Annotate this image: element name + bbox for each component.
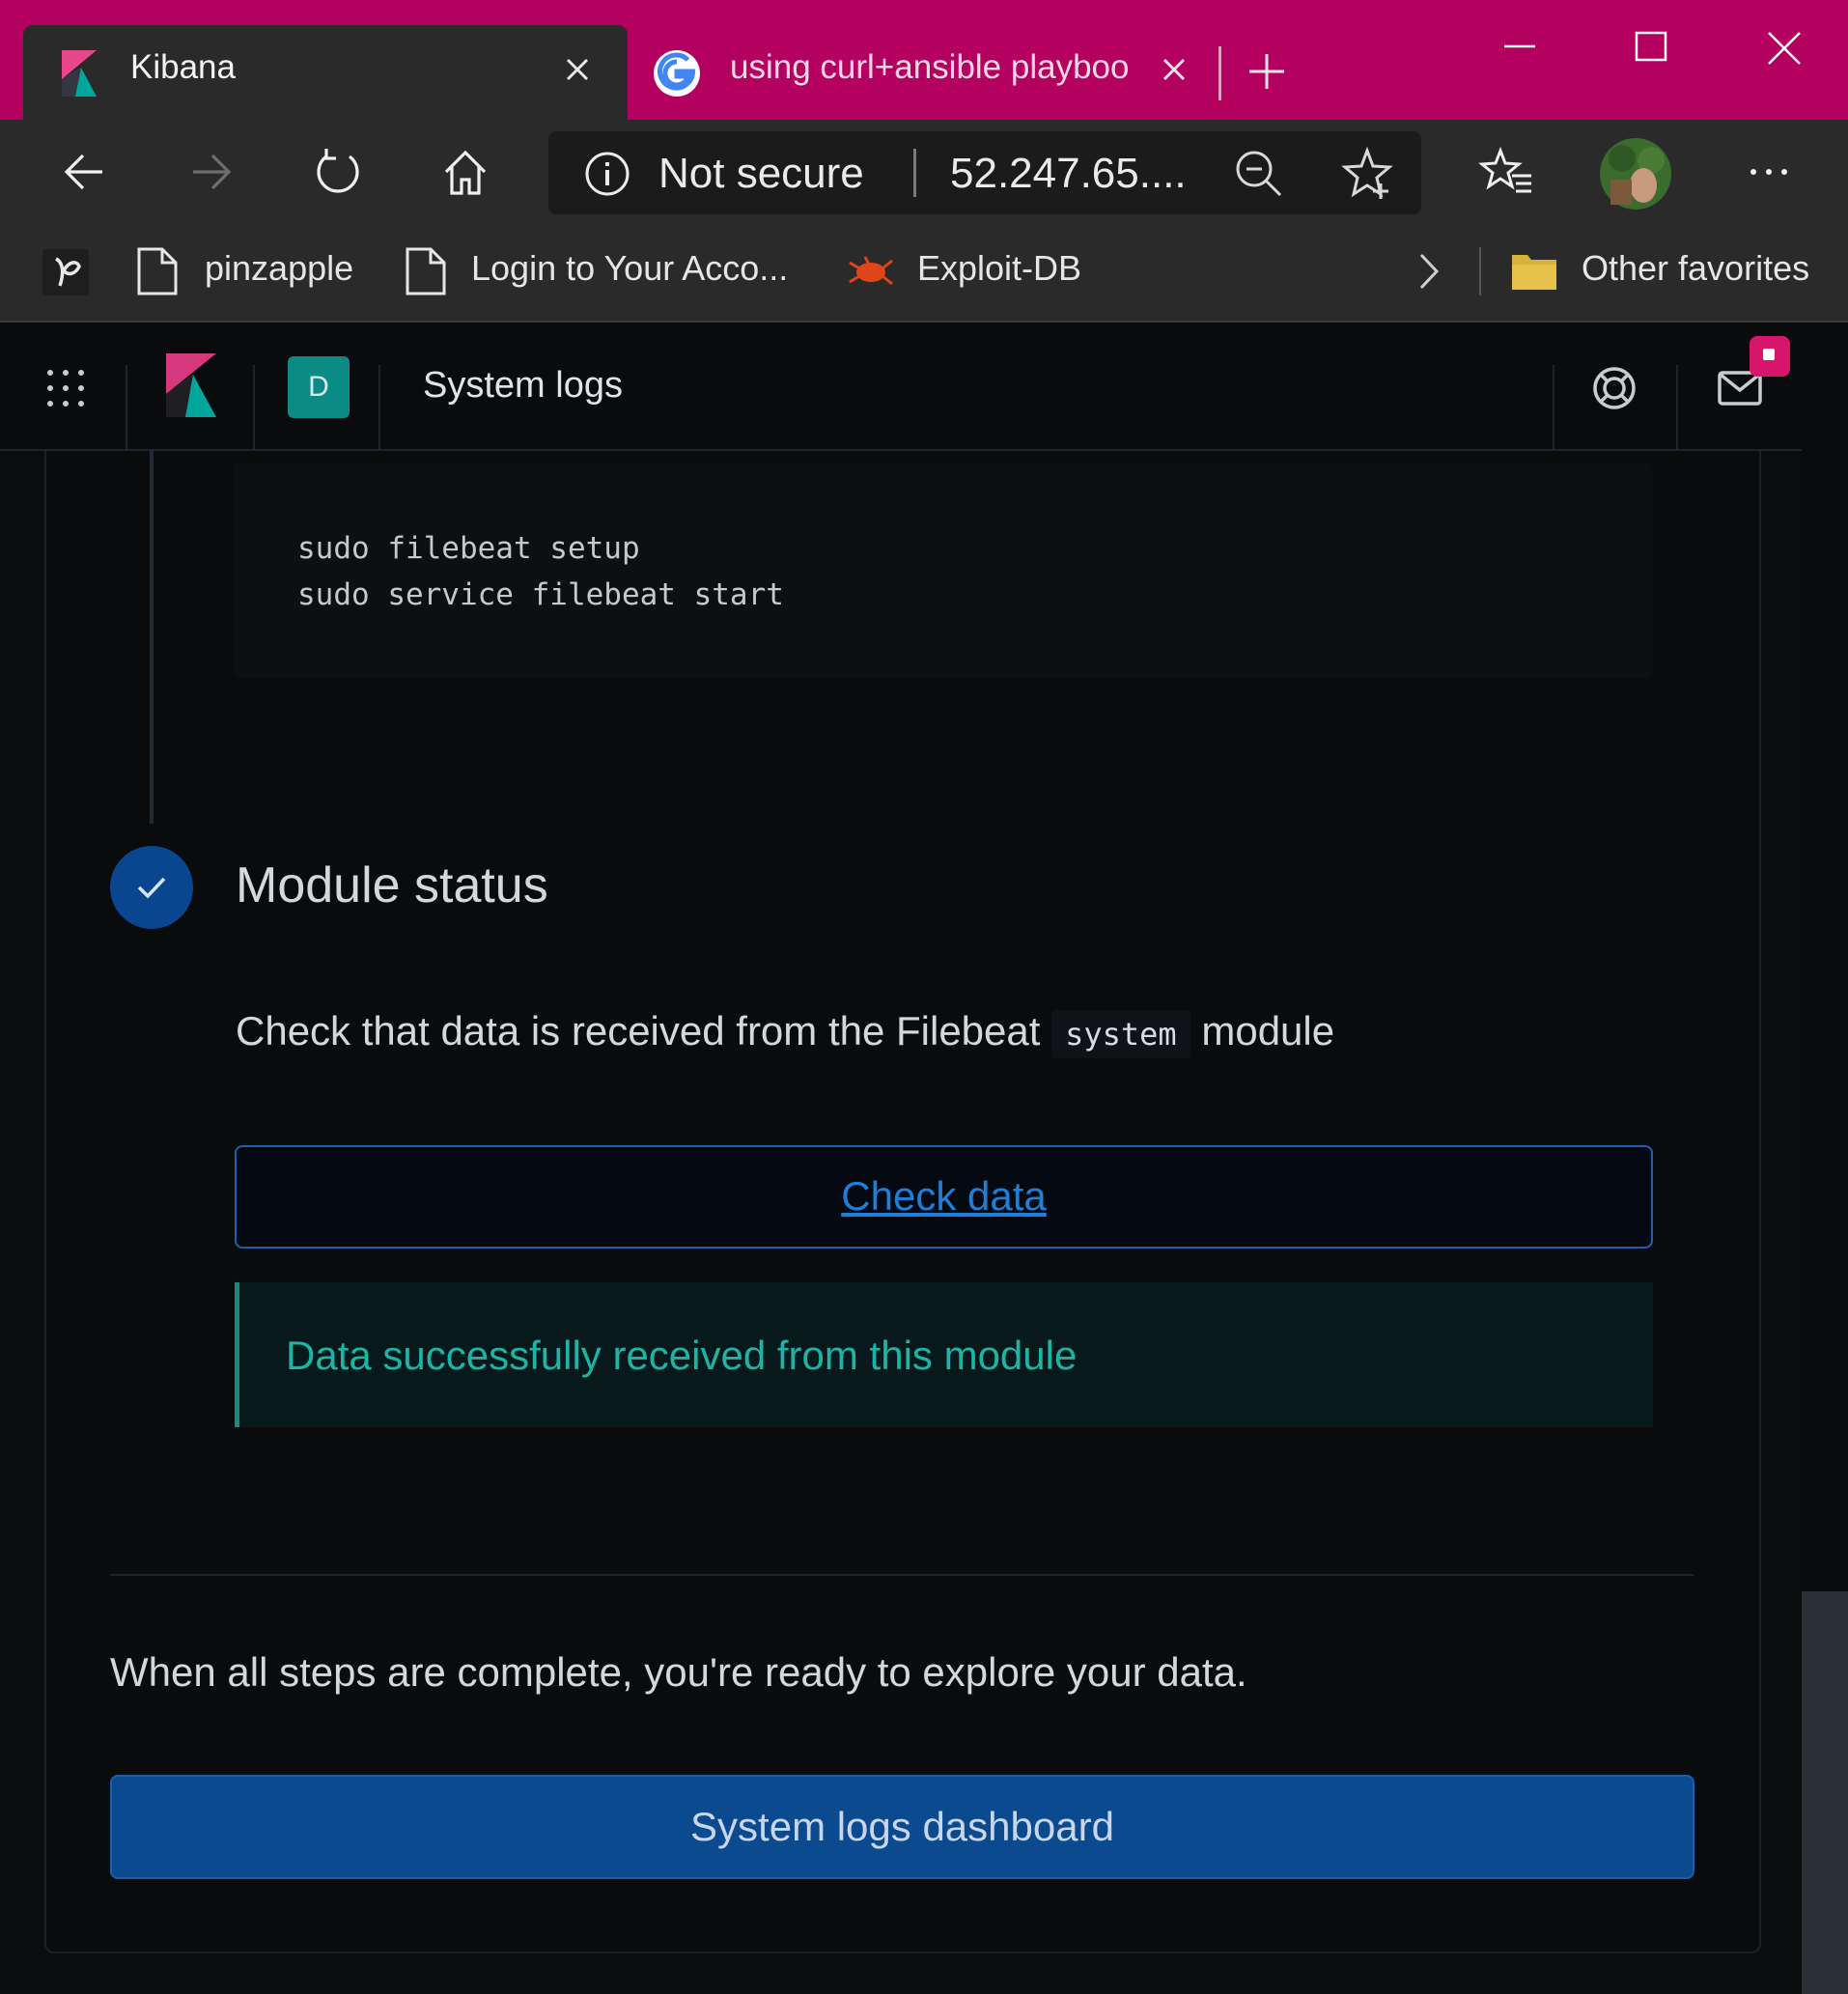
success-callout: Data successfully received from this mod…: [235, 1282, 1653, 1427]
close-tab-icon[interactable]: [1155, 50, 1193, 89]
exploit-db-bug-icon: [849, 256, 893, 286]
favorite-exploit-db[interactable]: Exploit-DB: [917, 248, 1081, 289]
section-divider: [110, 1574, 1694, 1576]
step-title: Module status: [236, 857, 548, 913]
check-data-label: Check data: [841, 1173, 1047, 1219]
info-icon[interactable]: [583, 150, 631, 198]
page-title: System logs: [423, 365, 623, 406]
home-icon[interactable]: [436, 143, 494, 201]
step-description-text: module: [1190, 1008, 1335, 1053]
app-menu-icon[interactable]: [44, 367, 87, 409]
favorite-login[interactable]: Login to Your Acco...: [471, 248, 788, 289]
address-divider: [913, 149, 916, 197]
zoom-out-icon[interactable]: [1230, 145, 1288, 203]
minimize-icon[interactable]: [1491, 19, 1549, 77]
new-tab-icon[interactable]: [1246, 50, 1288, 93]
maximize-icon[interactable]: [1622, 19, 1680, 77]
url-text[interactable]: 52.247.65....: [950, 150, 1187, 198]
favorite-pinzapple[interactable]: pinzapple: [205, 248, 353, 289]
kibana-favicon-icon: [62, 50, 97, 97]
chevron-right-icon[interactable]: [1414, 249, 1444, 294]
close-tab-icon[interactable]: [558, 50, 597, 89]
add-favorite-star-icon[interactable]: [1338, 145, 1396, 203]
help-lifebuoy-icon[interactable]: [1591, 365, 1638, 411]
google-favicon-icon: [654, 50, 700, 97]
step-connector-line: [150, 451, 154, 824]
scrollbar-thumb[interactable]: [1802, 1591, 1848, 1994]
kibana-header: [0, 323, 1802, 451]
system-logs-dashboard-button[interactable]: System logs dashboard: [110, 1775, 1694, 1879]
inline-code: system: [1051, 1010, 1190, 1058]
step-complete-badge: [110, 846, 193, 929]
pin-favicon-icon[interactable]: [42, 249, 89, 295]
tab-kibana-title: Kibana: [130, 48, 236, 86]
header-divider: [1676, 365, 1678, 450]
step-description-text: Check that data is received from the Fil…: [236, 1008, 1052, 1053]
kibana-logo-icon[interactable]: [166, 353, 218, 417]
security-label[interactable]: Not secure: [658, 150, 864, 198]
checkmark-icon: [137, 877, 166, 899]
completion-text: When all steps are complete, you're read…: [110, 1649, 1247, 1695]
space-avatar[interactable]: D: [288, 356, 350, 418]
code-line: sudo filebeat setup: [297, 531, 640, 566]
refresh-icon[interactable]: [309, 143, 367, 201]
header-divider: [1553, 365, 1554, 450]
folder-icon: [1512, 255, 1556, 290]
back-arrow-icon[interactable]: [56, 143, 114, 201]
favorites-list-icon[interactable]: [1477, 143, 1535, 201]
favorites-divider: [1479, 247, 1481, 295]
profile-avatar[interactable]: [1599, 137, 1672, 211]
notification-badge: [1750, 336, 1790, 377]
header-divider: [253, 365, 255, 450]
dashboard-button-label: System logs dashboard: [690, 1804, 1114, 1849]
header-divider: [378, 365, 380, 450]
page-icon: [406, 247, 446, 295]
tab-kibana[interactable]: [23, 25, 628, 120]
close-window-icon[interactable]: [1755, 19, 1813, 77]
success-message: Data successfully received from this mod…: [286, 1333, 1078, 1378]
other-favorites[interactable]: Other favorites: [1582, 248, 1809, 289]
check-data-button[interactable]: Check data: [235, 1145, 1653, 1249]
header-divider: [126, 365, 127, 450]
code-line: sudo service filebeat start: [297, 577, 784, 612]
page-icon: [137, 247, 178, 295]
forward-arrow-icon[interactable]: [182, 143, 239, 201]
tab-google-title[interactable]: using curl+ansible playboo: [730, 48, 1135, 87]
tab-separator: [1218, 46, 1221, 100]
more-options-icon[interactable]: [1740, 143, 1798, 201]
step-description: Check that data is received from the Fil…: [236, 1008, 1335, 1058]
code-block: [234, 463, 1653, 678]
